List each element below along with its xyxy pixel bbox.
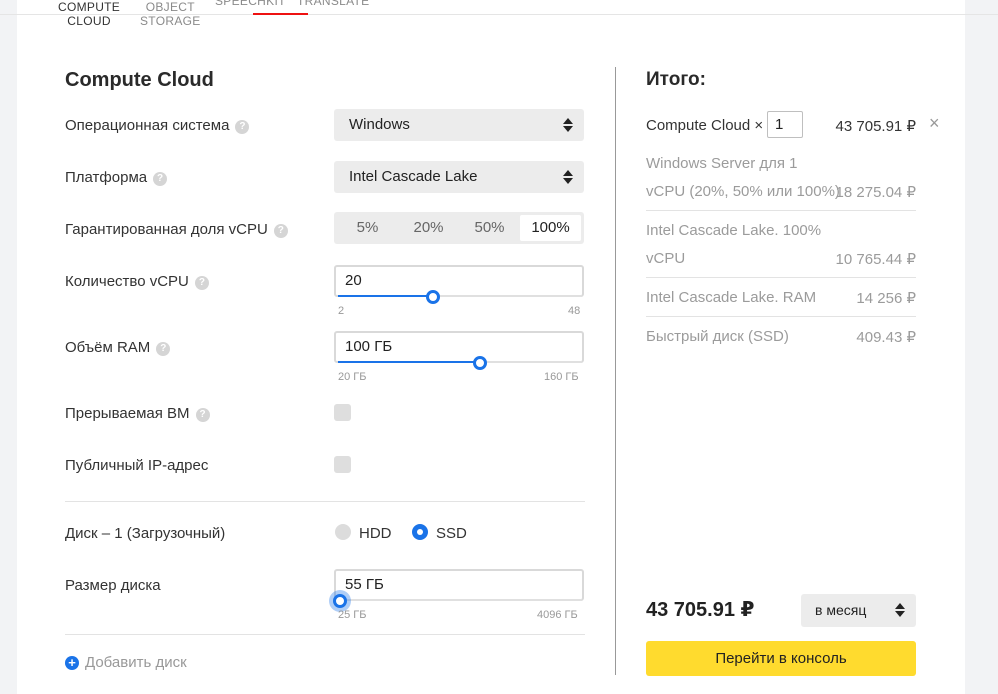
summary-line-price: 10 765.44 ₽ xyxy=(835,251,916,268)
summary-total: 43 705.91 ₽ xyxy=(646,599,755,621)
go-to-console-button[interactable]: Перейти в консоль xyxy=(646,641,916,676)
disk-slider-handle[interactable] xyxy=(333,594,347,608)
ram-max: 160 ГБ xyxy=(544,371,579,383)
disk-slider-track[interactable] xyxy=(338,599,582,601)
summary-line-text: Windows Server для 1 xyxy=(646,155,798,172)
platform-select[interactable]: Intel Cascade Lake xyxy=(334,161,584,193)
summary-quantity-input[interactable]: 1 xyxy=(767,111,803,138)
public-ip-checkbox[interactable] xyxy=(334,456,351,473)
tab-compute-cloud[interactable]: COMPUTE CLOUD xyxy=(58,0,120,28)
summary-line-text: vCPU (20%, 50% или 100%) xyxy=(646,183,840,200)
summary-line-text: Быстрый диск (SSD) xyxy=(646,328,789,345)
tab-active-indicator xyxy=(253,13,308,15)
select-arrows-icon xyxy=(563,117,573,133)
vcpu-min: 2 xyxy=(338,305,345,317)
preemptible-label-text: Прерываемая ВМ xyxy=(65,405,190,422)
ram-input[interactable]: 100 ГБ xyxy=(334,331,584,363)
tab-label: SPEECHKIT xyxy=(215,0,286,8)
tab-label: STORAGE xyxy=(140,14,201,28)
disk-hdd-radio[interactable] xyxy=(335,524,351,540)
ram-label-text: Объём RAM xyxy=(65,339,151,356)
panel-divider xyxy=(615,67,616,675)
help-icon[interactable]: ? xyxy=(194,276,209,290)
add-disk-button[interactable]: + Добавить диск xyxy=(65,654,187,671)
tab-label: CLOUD xyxy=(67,14,111,28)
tab-label: OBJECT xyxy=(145,0,195,14)
vcpu-count-label-text: Количество vCPU xyxy=(65,273,189,290)
add-disk-label: Добавить диск xyxy=(85,654,187,671)
disk-hdd-label[interactable]: HDD xyxy=(359,525,392,542)
section-divider xyxy=(65,634,585,635)
vcpu-share-segmented: 5% 20% 50% 100% xyxy=(334,212,584,244)
disk-size-label: Размер диска xyxy=(65,577,161,594)
vcpu-share-option-5[interactable]: 5% xyxy=(337,215,398,241)
summary-service-name: Compute Cloud × xyxy=(646,117,764,134)
period-select[interactable]: в месяц xyxy=(801,594,916,627)
summary-line-text: Intel Cascade Lake. RAM xyxy=(646,289,817,306)
help-icon[interactable]: ? xyxy=(273,224,288,238)
platform-label: Платформа? xyxy=(65,169,168,186)
config-title: Compute Cloud xyxy=(65,69,214,91)
summary-title: Итого: xyxy=(646,69,706,90)
summary-line-price: 14 256 ₽ xyxy=(856,290,916,307)
platform-select-value: Intel Cascade Lake xyxy=(349,168,478,185)
vcpu-share-label: Гарантированная доля vCPU? xyxy=(65,221,288,238)
plus-icon: + xyxy=(65,656,79,670)
preemptible-checkbox[interactable] xyxy=(334,404,351,421)
platform-label-text: Платформа xyxy=(65,169,148,186)
disk-min: 25 ГБ xyxy=(338,609,367,621)
summary-line-price: 18 275.04 ₽ xyxy=(835,184,916,201)
os-select[interactable]: Windows xyxy=(334,109,584,141)
summary-divider xyxy=(646,316,916,317)
os-select-value: Windows xyxy=(349,116,410,133)
disk-ssd-radio[interactable] xyxy=(412,524,428,540)
ram-label: Объём RAM? xyxy=(65,339,171,356)
vcpu-slider-fill xyxy=(338,295,433,297)
vcpu-share-option-20[interactable]: 20% xyxy=(398,215,459,241)
tab-label: TRANSLATE xyxy=(297,0,370,8)
preemptible-label: Прерываемая ВМ? xyxy=(65,405,210,422)
vcpu-share-option-100[interactable]: 100% xyxy=(520,215,581,241)
summary-line-text: Intel Cascade Lake. 100% xyxy=(646,222,822,239)
vcpu-count-label: Количество vCPU? xyxy=(65,273,209,290)
summary-line-text: vCPU xyxy=(646,250,686,267)
ram-min: 20 ГБ xyxy=(338,371,367,383)
vcpu-share-label-text: Гарантированная доля vCPU xyxy=(65,221,268,238)
tab-translate[interactable]: TRANSLATE xyxy=(297,0,370,8)
section-divider xyxy=(65,501,585,502)
summary-line-price: 409.43 ₽ xyxy=(856,329,916,346)
tab-speechkit[interactable]: SPEECHKIT xyxy=(215,0,286,8)
help-icon[interactable]: ? xyxy=(153,172,168,186)
select-arrows-icon xyxy=(895,602,905,618)
disk-size-input[interactable]: 55 ГБ xyxy=(334,569,584,601)
help-icon[interactable]: ? xyxy=(195,408,210,422)
public-ip-label: Публичный IP-адрес xyxy=(65,457,209,474)
ram-slider-handle[interactable] xyxy=(473,356,487,370)
vcpu-slider-handle[interactable] xyxy=(426,290,440,304)
tab-label: COMPUTE xyxy=(58,0,121,14)
tab-object-storage[interactable]: OBJECT STORAGE xyxy=(140,0,201,28)
disk-label: Диск – 1 (Загрузочный) xyxy=(65,525,226,542)
os-label: Операционная система? xyxy=(65,117,250,134)
vcpu-count-input[interactable]: 20 xyxy=(334,265,584,297)
close-icon[interactable]: × xyxy=(929,114,940,132)
vcpu-max: 48 xyxy=(568,305,581,317)
period-select-value: в месяц xyxy=(815,602,867,618)
disk-ssd-label[interactable]: SSD xyxy=(436,525,467,542)
select-arrows-icon xyxy=(563,169,573,185)
summary-divider xyxy=(646,277,916,278)
help-icon[interactable]: ? xyxy=(156,342,171,356)
help-icon[interactable]: ? xyxy=(235,120,250,134)
summary-divider xyxy=(646,210,916,211)
ram-slider-fill xyxy=(338,361,480,363)
disk-max: 4096 ГБ xyxy=(537,609,578,621)
vcpu-share-option-50[interactable]: 50% xyxy=(459,215,520,241)
os-label-text: Операционная система xyxy=(65,117,230,134)
summary-service-price: 43 705.91 ₽ xyxy=(835,118,916,135)
